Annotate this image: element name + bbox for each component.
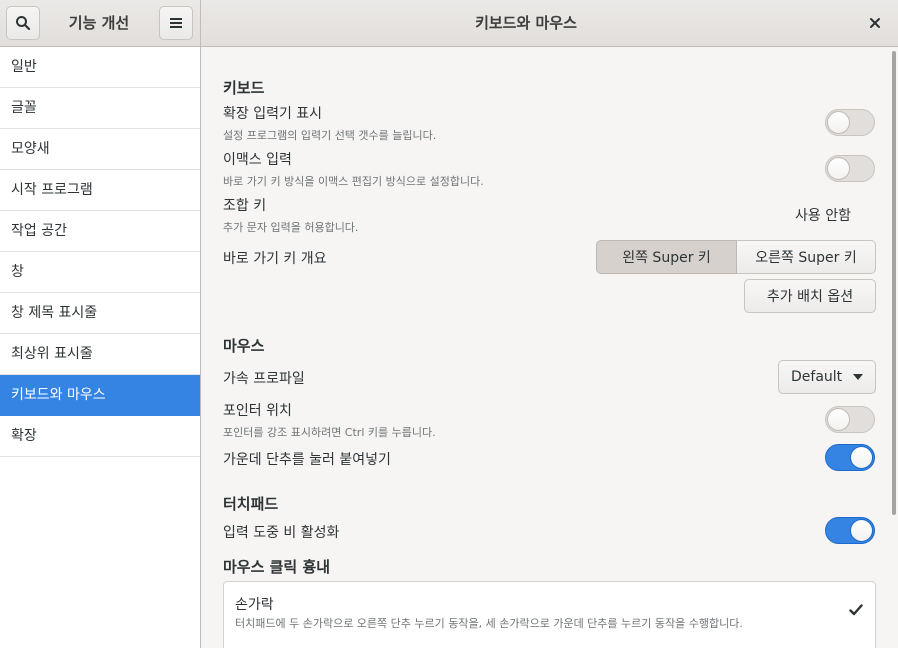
keyboard-section-title: 키보드	[223, 79, 265, 97]
sidebar-item-general[interactable]: 일반	[0, 47, 200, 88]
fingers-desc: 터치패드에 두 손가락으로 오른쪽 단추 누르기 동작을, 세 손가락으로 가운…	[235, 617, 743, 630]
touchpad-section-title: 터치패드	[223, 495, 279, 513]
sidebar-item-appearance[interactable]: 모양새	[0, 129, 200, 170]
scrollbar[interactable]	[892, 51, 896, 515]
pointer-location-label: 포인터 위치	[223, 403, 292, 419]
compose-key-value[interactable]: 사용 안함	[795, 205, 851, 225]
close-icon	[870, 18, 880, 28]
mouse-section-title: 마우스	[223, 337, 265, 355]
middle-click-paste-switch[interactable]	[825, 444, 875, 471]
click-emulation-section-title: 마우스 클릭 흉내	[223, 558, 331, 576]
header-bar: 기능 개선 키보드와 마우스	[0, 0, 898, 47]
pointer-location-desc: 포인터를 강조 표시하려면 Ctrl 키를 누릅니다.	[223, 426, 436, 439]
emoji-input-desc: 설정 프로그램의 입력기 선택 갯수를 늘립니다.	[223, 129, 437, 142]
overview-shortcut-label: 바로 가기 키 개요	[223, 251, 327, 267]
switch-knob	[850, 446, 873, 469]
settings-content: 키보드 확장 입력기 표시 설정 프로그램의 입력기 선택 갯수를 늘립니다. …	[202, 47, 898, 648]
switch-knob	[827, 408, 850, 431]
compose-key-label: 조합 키	[223, 198, 267, 214]
switch-knob	[827, 111, 850, 134]
left-super-button[interactable]: 왼쪽 Super 키	[596, 240, 737, 274]
close-button[interactable]	[862, 10, 888, 36]
sidebar: 일반 글꼴 모양새 시작 프로그램 작업 공간 창 창 제목 표시줄 최상위 표…	[0, 47, 201, 648]
right-super-button[interactable]: 오른쪽 Super 키	[737, 240, 876, 274]
checkmark-icon	[849, 604, 863, 616]
disable-while-typing-switch[interactable]	[825, 517, 875, 544]
hamburger-menu-icon	[170, 18, 182, 28]
app-title: 기능 개선	[68, 14, 130, 32]
sidebar-item-windows[interactable]: 창	[0, 252, 200, 293]
accel-profile-dropdown[interactable]: Default	[778, 360, 876, 394]
menu-button[interactable]	[159, 6, 193, 40]
chevron-down-icon	[853, 374, 863, 380]
sidebar-item-keyboard-mouse[interactable]: 키보드와 마우스	[0, 375, 200, 416]
emoji-input-label: 확장 입력기 표시	[223, 106, 323, 122]
overview-shortcut-toggle: 왼쪽 Super 키 오른쪽 Super 키	[596, 240, 876, 274]
accel-profile-value: Default	[791, 369, 843, 385]
emacs-input-switch[interactable]	[825, 155, 875, 182]
emoji-input-switch[interactable]	[825, 109, 875, 136]
sidebar-item-startup-applications[interactable]: 시작 프로그램	[0, 170, 200, 211]
accel-profile-label: 가속 프로파일	[223, 371, 305, 387]
emacs-input-label: 이맥스 입력	[223, 152, 292, 168]
search-icon	[16, 16, 31, 31]
fingers-label: 손가락	[235, 597, 274, 613]
sidebar-item-fonts[interactable]: 글꼴	[0, 88, 200, 129]
disable-while-typing-label: 입력 도중 비 활성화	[223, 525, 340, 541]
search-button[interactable]	[6, 6, 40, 40]
sidebar-item-top-bar[interactable]: 최상위 표시줄	[0, 334, 200, 375]
additional-layout-options-button[interactable]: 추가 배치 옵션	[744, 279, 876, 313]
switch-knob	[850, 519, 873, 542]
emacs-input-desc: 바로 가기 키 방식을 이맥스 편집기 방식으로 설정합니다.	[223, 175, 484, 188]
click-emulation-fingers-row[interactable]: 손가락 터치패드에 두 손가락으로 오른쪽 단추 누르기 동작을, 세 손가락으…	[223, 581, 876, 648]
sidebar-item-window-titlebars[interactable]: 창 제목 표시줄	[0, 293, 200, 334]
middle-click-paste-label: 가운데 단추를 눌러 붙여넣기	[223, 452, 391, 468]
pointer-location-switch[interactable]	[825, 406, 875, 433]
sidebar-item-workspaces[interactable]: 작업 공간	[0, 211, 200, 252]
switch-knob	[827, 157, 850, 180]
compose-key-desc: 추가 문자 입력을 허용합니다.	[223, 221, 359, 234]
page-title: 키보드와 마우스	[475, 14, 577, 32]
sidebar-header: 기능 개선	[0, 0, 201, 46]
sidebar-item-extensions[interactable]: 확장	[0, 416, 200, 457]
